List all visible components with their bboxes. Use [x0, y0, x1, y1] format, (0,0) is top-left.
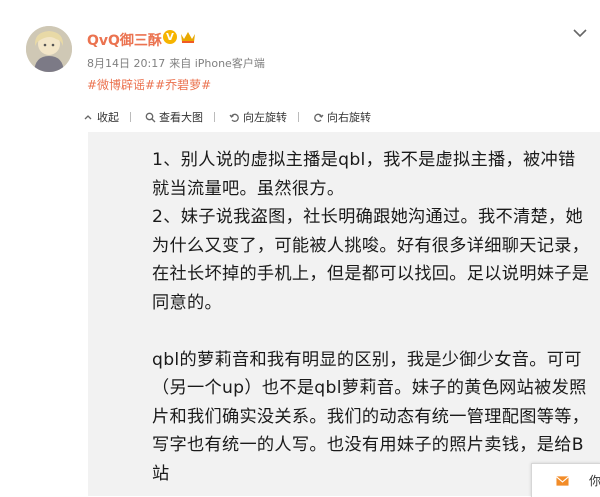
collapse-icon [82, 111, 94, 123]
author-name[interactable]: QvQ御三酥 [87, 30, 162, 50]
rotate-right-label: 向右旋转 [327, 111, 371, 124]
chat-popup[interactable]: 你 [531, 463, 600, 497]
toolbar-divider [214, 112, 215, 122]
post-meta: 8月14日 20:17 来自 iPhone客户端 [87, 55, 265, 71]
post-image[interactable]: 1、别人说的虚拟主播是qbl，我不是虚拟主播，被冲错就当流量吧。虽然很方。 2、… [88, 132, 600, 496]
topic-tags[interactable]: #微博辟谣##乔碧萝# [87, 76, 211, 93]
image-paragraph-1: 1、别人说的虚拟主播是qbl，我不是虚拟主播，被冲错就当流量吧。虽然很方。 [152, 150, 576, 199]
crown-icon[interactable] [180, 30, 196, 44]
badges: V [163, 30, 196, 44]
zoom-icon [144, 111, 156, 123]
verified-badge[interactable]: V [163, 30, 177, 44]
toolbar-divider [130, 112, 131, 122]
avatar[interactable] [26, 26, 72, 72]
mail-icon [556, 475, 569, 486]
rotate-right-icon [312, 111, 324, 123]
post-source: 来自 iPhone客户端 [169, 57, 265, 70]
rotate-left-label: 向左旋转 [243, 111, 287, 124]
rotate-right-button[interactable]: 向右旋转 [298, 109, 371, 125]
more-chevron-icon[interactable] [571, 26, 589, 40]
toolbar-divider [298, 112, 299, 122]
view-full-button[interactable]: 查看大图 [130, 109, 203, 125]
post-time[interactable]: 8月14日 20:17 [87, 57, 165, 70]
image-paragraph-3: qbl的萝莉音和我有明显的区别，我是少御少女音。可可（另一个up）也不是qbl萝… [152, 349, 590, 484]
image-page: 1、别人说的虚拟主播是qbl，我不是虚拟主播，被冲错就当流量吧。虽然很方。 2、… [120, 132, 600, 496]
rotate-left-button[interactable]: 向左旋转 [214, 109, 287, 125]
image-toolbar: 收起 查看大图 向左旋转 向右旋转 [82, 108, 600, 126]
weibo-post-card: QvQ御三酥 V 8月14日 20:17 来自 iPhone客户端 #微博辟谣##… [0, 0, 600, 497]
collapse-label: 收起 [97, 111, 119, 124]
rotate-left-icon [228, 111, 240, 123]
collapse-button[interactable]: 收起 [82, 109, 119, 125]
view-full-label: 查看大图 [159, 111, 203, 124]
avatar-image [26, 26, 72, 72]
image-paragraph-2: 2、妹子说我盗图，社长明确跟她沟通过。我不清楚，她为什么又变了，可能被人挑唆。好… [152, 207, 590, 313]
image-text: 1、别人说的虚拟主播是qbl，我不是虚拟主播，被冲错就当流量吧。虽然很方。 2、… [152, 146, 592, 488]
chat-popup-label: 你 [588, 474, 600, 488]
